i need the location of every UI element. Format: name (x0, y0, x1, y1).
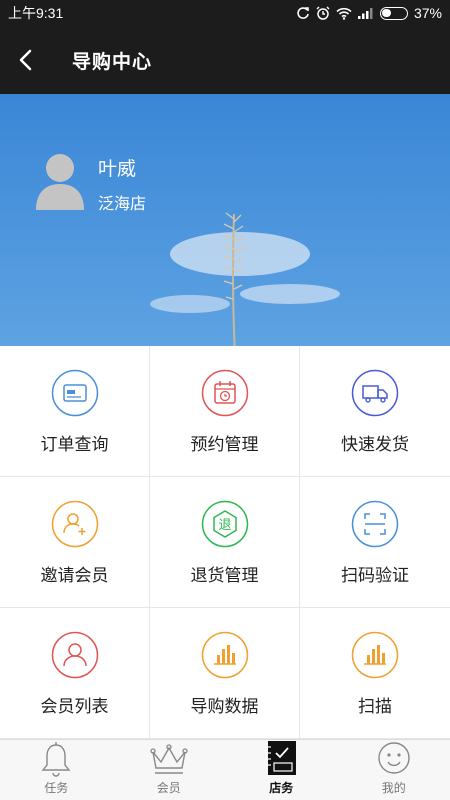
member-list-icon (51, 631, 99, 679)
invite-member-button[interactable]: 邀请会员 (0, 477, 150, 608)
sync-icon (296, 6, 310, 20)
scan-icon (351, 500, 399, 548)
tab-label: 我的 (381, 781, 406, 795)
bottom-tab-bar: 任务 会员 店务 我的 (0, 739, 450, 800)
tab-label: 店务 (269, 781, 294, 795)
scan-button[interactable]: 扫描 (300, 608, 450, 739)
tab-label: 任务 (44, 781, 69, 795)
tab-members[interactable]: 会员 (113, 740, 226, 800)
cell-label: 扫描 (358, 697, 392, 716)
cell-label: 会员列表 (40, 697, 109, 716)
page-title: 导购中心 (72, 51, 153, 73)
member-list-button[interactable]: 会员列表 (0, 608, 150, 739)
battery-icon (379, 6, 408, 20)
cell-label: 扫码验证 (341, 566, 409, 585)
cell-label: 导购数据 (190, 697, 259, 716)
user-name: 叶威 (98, 159, 137, 180)
truck-icon (351, 369, 399, 417)
function-grid: 订单查询 预约管理 快速发货 邀请会员 退 退货管理 扫码验证 会员列表 导购数… (0, 346, 450, 739)
return-icon: 退 (201, 500, 249, 548)
status-icons: 37% (296, 5, 442, 21)
reed-banner-image (150, 212, 340, 346)
cell-label: 订单查询 (40, 435, 109, 454)
appointment-button[interactable]: 预约管理 (150, 346, 300, 477)
battery-percent: 37% (413, 5, 442, 21)
notebook-icon (261, 739, 301, 777)
tab-tasks[interactable]: 任务 (0, 740, 113, 800)
add-user-icon (51, 500, 99, 548)
tab-mine[interactable]: 我的 (338, 740, 450, 800)
order-query-button[interactable]: 订单查询 (0, 346, 150, 477)
store-name: 泛海店 (98, 196, 147, 213)
back-button[interactable] (0, 26, 50, 94)
tab-label: 会员 (156, 781, 181, 795)
profile-banner: 叶威 泛海店 (0, 94, 450, 346)
cell-label: 预约管理 (190, 435, 259, 454)
tab-store-affairs[interactable]: 店务 (225, 740, 338, 800)
back-arrow-icon (19, 49, 32, 71)
title-bar: 导购中心 (0, 26, 450, 94)
status-time: 上午9:31 (8, 5, 64, 21)
crown-icon (149, 740, 189, 777)
svg-text:退: 退 (218, 518, 231, 533)
bell-icon (36, 740, 76, 777)
calendar-icon (201, 369, 249, 417)
wifi-icon (336, 7, 352, 20)
card-icon (51, 369, 99, 417)
avatar[interactable] (36, 152, 84, 210)
alarm-icon (316, 6, 330, 20)
quick-ship-button[interactable]: 快速发货 (300, 346, 450, 477)
smiley-icon (374, 740, 414, 777)
scan-chart-icon (351, 631, 399, 679)
status-bar: 上午9:31 37% (0, 0, 450, 26)
scan-verify-button[interactable]: 扫码验证 (300, 477, 450, 608)
signal-icon (357, 7, 374, 19)
cell-label: 邀请会员 (40, 566, 109, 585)
cell-label: 快速发货 (341, 435, 409, 454)
sales-data-button[interactable]: 导购数据 (150, 608, 300, 739)
return-management-button[interactable]: 退 退货管理 (150, 477, 300, 608)
data-chart-icon (201, 631, 249, 679)
cell-label: 退货管理 (190, 566, 259, 585)
